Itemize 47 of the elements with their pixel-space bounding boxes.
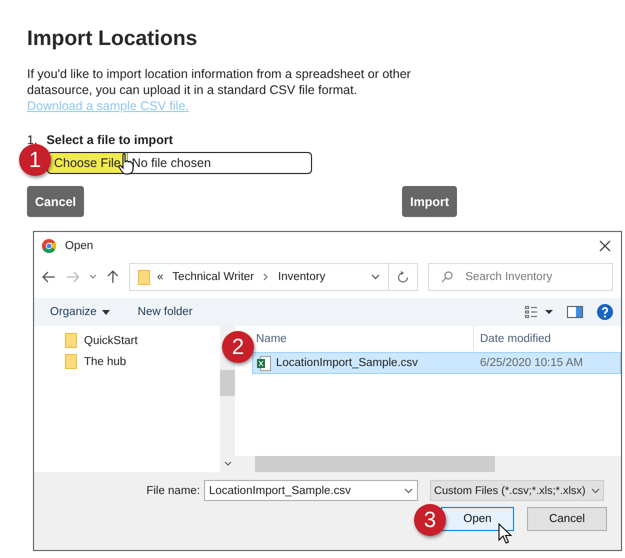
path-segment[interactable]: Technical Writer	[172, 271, 254, 283]
arrow-cursor-icon	[498, 523, 512, 545]
step-callout: 1	[19, 144, 51, 176]
spreadsheet-file-icon	[257, 356, 271, 370]
dropdown-icon	[591, 488, 600, 494]
nav-item[interactable]: QuickStart	[34, 330, 220, 351]
refresh-button[interactable]	[388, 263, 418, 291]
file-row[interactable]: LocationImport_Sample.csv 6/25/2020 10:15 AM	[252, 352, 621, 374]
file-type-dropdown[interactable]: Custom Files (*.csv;*.xls;*.xlsx)	[430, 480, 604, 501]
search-icon	[441, 271, 454, 283]
path-segment[interactable]: Inventory	[278, 271, 326, 283]
path-overflow: «	[157, 271, 164, 283]
cancel-button[interactable]: Cancel	[527, 507, 607, 531]
horizontal-scrollbar[interactable]	[235, 456, 621, 472]
caret-icon[interactable]	[370, 274, 380, 280]
help-icon[interactable]	[597, 304, 613, 320]
organize-menu[interactable]: Organize	[50, 306, 110, 318]
scroll-down-icon[interactable]	[224, 461, 232, 467]
page-title: Import Locations	[27, 26, 198, 52]
refresh-icon	[397, 271, 410, 283]
open-button[interactable]: Open	[441, 507, 514, 531]
folder-icon	[65, 354, 77, 369]
back-icon[interactable]	[42, 271, 56, 283]
browser-icon	[42, 238, 56, 252]
chevron-icon	[263, 273, 270, 281]
close-icon[interactable]	[599, 240, 611, 252]
new-folder-button[interactable]: New folder	[138, 306, 193, 318]
description: If you'd like to import location information from a spreadsheet or other datasource, you can upload it in a standard CSV file format.	[27, 67, 411, 97]
column-header[interactable]: Name	[256, 332, 287, 344]
preview-pane-icon[interactable]	[567, 306, 583, 318]
dropdown-icon[interactable]	[89, 274, 98, 280]
search-field[interactable]: Search Inventory	[428, 263, 614, 291]
folder-icon	[65, 333, 77, 348]
file-status: No file chosen	[130, 156, 211, 170]
file-name-label: File name:	[145, 484, 201, 496]
file-name-field[interactable]: LocationImport_Sample.csv	[204, 480, 418, 501]
dropdown-icon[interactable]	[404, 488, 413, 494]
nav-item[interactable]: The hub	[34, 351, 220, 372]
caret-icon	[102, 310, 110, 314]
dialog-title: Open	[65, 240, 94, 252]
address-bar[interactable]: « Technical Writer Inventory	[129, 263, 389, 291]
view-options-icon[interactable]	[525, 306, 553, 318]
column-header[interactable]: Date modified	[474, 332, 551, 344]
folder-icon	[138, 270, 150, 284]
cancel-button[interactable]: Cancel	[27, 186, 84, 217]
up-icon[interactable]	[107, 270, 120, 284]
import-button[interactable]: Import	[402, 186, 457, 217]
